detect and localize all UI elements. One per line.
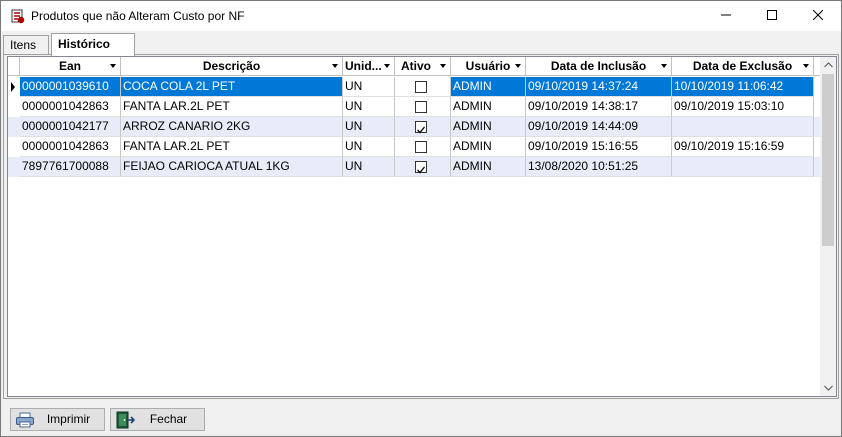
close-button[interactable]: Fechar <box>110 408 205 431</box>
cell-descricao[interactable]: FEIJAO CARIOCA ATUAL 1KG <box>121 157 343 177</box>
table-row[interactable]: 7897761700088 FEIJAO CARIOCA ATUAL 1KG U… <box>8 157 820 177</box>
maximize-button[interactable] <box>749 1 795 31</box>
cell-usuario[interactable]: ADMIN <box>451 97 526 117</box>
ativo-checkbox-checked[interactable] <box>415 161 427 174</box>
cell-data-exclusao[interactable]: 10/10/2019 11:06:42 <box>672 77 814 97</box>
column-label: Descrição <box>202 59 261 73</box>
chevron-up-icon <box>823 62 833 68</box>
ativo-checkbox-checked[interactable] <box>415 121 427 134</box>
column-header-usuario[interactable]: Usuário <box>451 57 526 76</box>
cell-data-exclusao[interactable]: 09/10/2019 15:03:10 <box>672 97 814 117</box>
cell-data-exclusao[interactable] <box>672 117 814 137</box>
cell-ativo[interactable] <box>395 77 451 97</box>
chevron-down-icon[interactable] <box>332 64 338 68</box>
cell-descricao[interactable]: FANTA LAR.2L PET <box>121 137 343 157</box>
cell-unid[interactable]: UN <box>343 77 395 97</box>
chevron-down-icon[interactable] <box>515 64 521 68</box>
cell-data-exclusao[interactable]: 09/10/2019 15:16:59 <box>672 137 814 157</box>
cell-descricao[interactable]: COCA COLA 2L PET <box>121 77 343 97</box>
cell-usuario[interactable]: ADMIN <box>451 137 526 157</box>
table-row[interactable]: 0000001042863 FANTA LAR.2L PET UN ADMIN … <box>8 137 820 157</box>
column-label: Ean <box>58 59 81 73</box>
cell-ativo[interactable] <box>395 97 451 117</box>
tab-itens[interactable]: Itens <box>3 35 49 55</box>
column-header-ean[interactable]: Ean <box>20 57 121 76</box>
table-row[interactable]: 0000001039610 COCA COLA 2L PET UN ADMIN … <box>8 77 820 97</box>
cell-unid[interactable]: UN <box>343 97 395 117</box>
main-window: Produtos que não Alteram Custo por NF It… <box>0 0 842 437</box>
cell-unid[interactable]: UN <box>343 157 395 177</box>
column-label: Usuário <box>465 59 511 73</box>
cell-ativo[interactable] <box>395 117 451 137</box>
column-header-descricao[interactable]: Descrição <box>121 57 343 76</box>
header-indicator <box>8 57 20 76</box>
cell-usuario[interactable]: ADMIN <box>451 77 526 97</box>
column-label: Ativo <box>401 59 431 73</box>
exit-door-icon <box>115 411 135 429</box>
ativo-checkbox[interactable] <box>415 141 427 153</box>
chevron-down-icon[interactable] <box>803 64 809 68</box>
print-button[interactable]: Imprimir <box>10 408 105 431</box>
checkmark-icon <box>417 126 426 134</box>
printer-icon <box>15 411 35 429</box>
scrollbar-thumb[interactable] <box>822 74 834 246</box>
current-row-arrow-icon <box>8 77 18 97</box>
ativo-checkbox[interactable] <box>415 101 427 113</box>
column-header-data-inclusao[interactable]: Data de Inclusão <box>526 57 672 76</box>
cell-ativo[interactable] <box>395 157 451 177</box>
cell-ean[interactable]: 0000001042863 <box>20 137 121 157</box>
cell-data-inclusao[interactable]: 13/08/2020 10:51:25 <box>526 157 672 177</box>
print-button-label: Imprimir <box>46 412 91 426</box>
close-button-label: Fechar <box>149 412 188 426</box>
cell-ean[interactable]: 0000001039610 <box>20 77 121 97</box>
cell-ativo[interactable] <box>395 137 451 157</box>
cell-data-inclusao[interactable]: 09/10/2019 15:16:55 <box>526 137 672 157</box>
cell-unid[interactable]: UN <box>343 117 395 137</box>
column-label: Data de Inclusão <box>550 59 647 73</box>
table-row[interactable]: 0000001042177 ARROZ CANARIO 2KG UN ADMIN… <box>8 117 820 137</box>
app-icon <box>9 8 25 24</box>
window-title: Produtos que não Alteram Custo por NF <box>31 9 245 23</box>
cell-usuario[interactable]: ADMIN <box>451 157 526 177</box>
cell-usuario[interactable]: ADMIN <box>451 117 526 137</box>
cell-data-exclusao[interactable] <box>672 157 814 177</box>
grid-header: Ean Descrição Unid... Ativo Usuário Data… <box>8 57 820 76</box>
close-window-button[interactable] <box>795 1 841 31</box>
title-bar[interactable]: Produtos que não Alteram Custo por NF <box>1 1 841 31</box>
minimize-button[interactable] <box>703 1 749 31</box>
tab-historico[interactable]: Histórico <box>51 33 135 56</box>
column-header-ativo[interactable]: Ativo <box>395 57 451 76</box>
maximize-icon <box>767 9 777 23</box>
cell-ean[interactable]: 0000001042863 <box>20 97 121 117</box>
cell-unid[interactable]: UN <box>343 137 395 157</box>
tab-panel-historico: Ean Descrição Unid... Ativo Usuário Data… <box>3 54 839 399</box>
table-row[interactable]: 0000001042863 FANTA LAR.2L PET UN ADMIN … <box>8 97 820 117</box>
scroll-up-button[interactable] <box>820 57 836 73</box>
scroll-down-button[interactable] <box>820 380 836 396</box>
cell-ean[interactable]: 7897761700088 <box>20 157 121 177</box>
chevron-down-icon <box>823 385 833 391</box>
chevron-down-icon[interactable] <box>661 64 667 68</box>
cell-ean[interactable]: 0000001042177 <box>20 117 121 137</box>
column-header-unid[interactable]: Unid... <box>343 57 395 76</box>
ativo-checkbox[interactable] <box>415 81 427 93</box>
cell-descricao[interactable]: ARROZ CANARIO 2KG <box>121 117 343 137</box>
cell-data-inclusao[interactable]: 09/10/2019 14:44:09 <box>526 117 672 137</box>
close-icon <box>812 9 824 23</box>
minimize-icon <box>721 9 731 23</box>
cell-data-inclusao[interactable]: 09/10/2019 14:38:17 <box>526 97 672 117</box>
chevron-down-icon[interactable] <box>110 64 116 68</box>
column-label: Unid... <box>345 59 382 73</box>
chevron-down-icon[interactable] <box>440 64 446 68</box>
checkmark-icon <box>417 166 426 174</box>
history-grid[interactable]: Ean Descrição Unid... Ativo Usuário Data… <box>7 56 837 397</box>
chevron-down-icon[interactable] <box>384 64 390 68</box>
cell-descricao[interactable]: FANTA LAR.2L PET <box>121 97 343 117</box>
cell-data-inclusao[interactable]: 09/10/2019 14:37:24 <box>526 77 672 97</box>
vertical-scrollbar[interactable] <box>820 57 836 396</box>
column-label: Data de Exclusão <box>692 59 793 73</box>
tab-strip: Itens Histórico <box>1 31 841 56</box>
column-header-data-exclusao[interactable]: Data de Exclusão <box>672 57 814 76</box>
